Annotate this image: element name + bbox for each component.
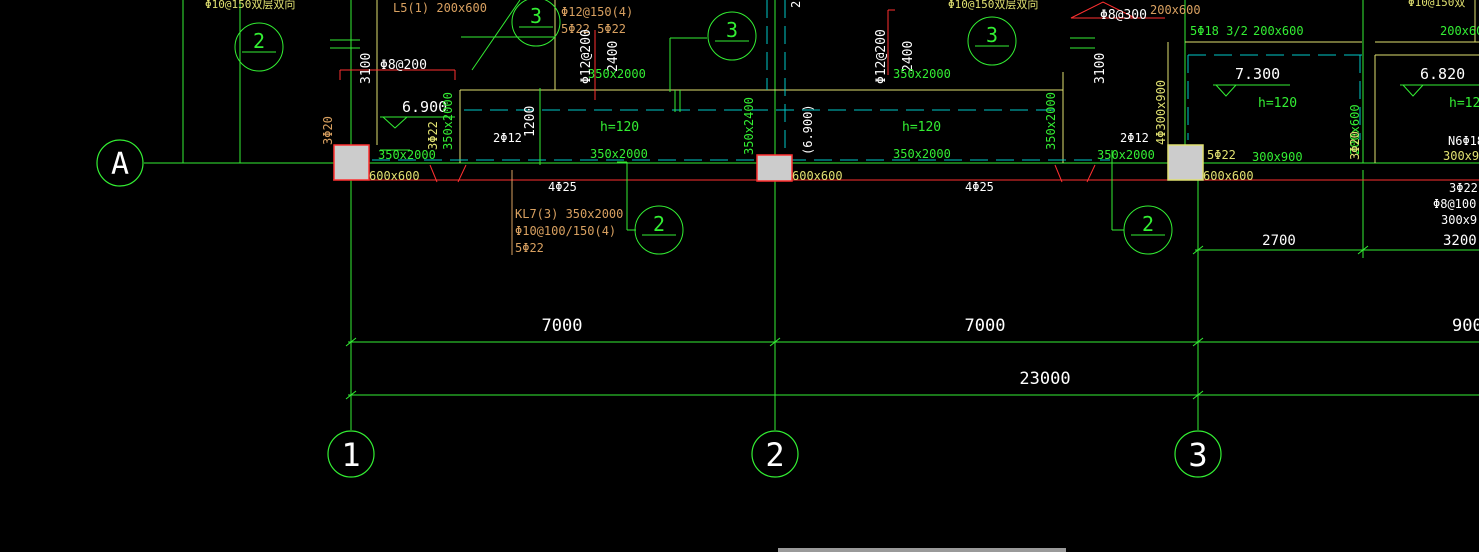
ann-beam-350x2000-d: 350x2000 bbox=[893, 147, 951, 161]
ann-two-phi12-a: 2Φ12 bbox=[493, 131, 522, 145]
ann-three-phi20: 3Φ20 bbox=[321, 116, 335, 145]
ann-phi8-300: Φ8@300 bbox=[1100, 8, 1147, 23]
section-mark-3b: 3 bbox=[726, 18, 738, 42]
ann-phi8-100: Φ8@100 bbox=[1433, 197, 1476, 211]
ann-two-phi12-b: 2Φ12 bbox=[1120, 131, 1149, 145]
ann-phi12-200-b: Φ12@200 bbox=[874, 29, 889, 84]
ann-beam-200x600-b: 200x600 bbox=[1440, 24, 1479, 38]
dim-sub-right-1: 2700 bbox=[1262, 233, 1296, 249]
ann-l5: L5(1) 200x600 bbox=[393, 1, 487, 15]
axis-label-1: 1 bbox=[341, 436, 360, 474]
ann-col-dims-left: 3100 bbox=[359, 53, 374, 84]
dim-span-1-2: 7000 bbox=[542, 316, 583, 336]
ann-top-left-rebar: Φ10@150双层双向 bbox=[205, 0, 295, 11]
dim-overall: 23000 bbox=[1019, 369, 1070, 389]
ann-top-right-beam: 200x600 bbox=[1150, 3, 1201, 17]
axis-label-3: 3 bbox=[1188, 436, 1207, 474]
ann-n6-phi18: N6Φ18 bbox=[1448, 134, 1479, 148]
axis-label-a: A bbox=[111, 147, 129, 182]
cad-drawing-canvas[interactable]: A 1 2 3 2 2 2 3 3 3 7000 7000 23000 900 … bbox=[0, 0, 1479, 552]
ann-beam-350x2000-v1: 350x2000 bbox=[441, 92, 455, 150]
ann-beam-350x2000-a: 350x2000 bbox=[588, 67, 646, 81]
ann-beam-200x600-a: 200x600 bbox=[1253, 24, 1304, 38]
ann-five-phi22: 5Φ22 bbox=[1207, 148, 1236, 162]
dim-sub-right-2: 3200 bbox=[1443, 233, 1477, 249]
slab-elev-right: 6.820 bbox=[1420, 65, 1465, 83]
horizontal-scrollbar[interactable] bbox=[778, 548, 1066, 552]
section-mark-3c: 3 bbox=[986, 23, 998, 47]
ann-b-300x900: 300x900 bbox=[1252, 150, 1303, 164]
dim-right-partial: 900 bbox=[1452, 316, 1479, 336]
ann-v-1200: 1200 bbox=[523, 106, 538, 137]
beam-kl7-bars: 5Φ22 bbox=[515, 241, 544, 255]
column-axis-2 bbox=[756, 154, 793, 182]
ann-b-300x9-b: 300x9 bbox=[1441, 213, 1477, 227]
slab-h-right-room: h=120 bbox=[1258, 96, 1297, 111]
ann-phi8-200: Φ8@200 bbox=[380, 58, 427, 73]
slab-h-mid: h=120 bbox=[902, 120, 941, 135]
ann-stirrup-phi12-150: Φ12@150(4) bbox=[561, 5, 633, 19]
dimension-lines bbox=[345, 170, 1479, 400]
section-mark-3a: 3 bbox=[530, 4, 542, 28]
ann-top-mid-rebar: Φ10@150双层双向 bbox=[948, 0, 1038, 11]
ann-beam-350x2000-g: 350x2000 bbox=[1044, 92, 1058, 150]
ann-col-600x600-c: 600x600 bbox=[1203, 169, 1254, 183]
ann-beam-350x2000-b: 350x2000 bbox=[893, 67, 951, 81]
slab-h-far-right: h=12 bbox=[1449, 96, 1479, 111]
ann-col-600x600-a: 600x600 bbox=[369, 169, 420, 183]
ann-three-phi22: 3Φ22 bbox=[1449, 181, 1478, 195]
ann-phi18: 5Φ18 3/2 bbox=[1190, 24, 1248, 38]
column-axis-3 bbox=[1167, 144, 1204, 181]
section-mark-2c: 2 bbox=[1142, 212, 1154, 236]
beam-kl7-name: KL7(3) 350x2000 bbox=[515, 207, 623, 221]
ann-beam-350x2000-c: 350x2000 bbox=[590, 147, 648, 161]
dim-span-2-3: 7000 bbox=[965, 316, 1006, 336]
ann-num-25: 25 bbox=[789, 0, 803, 8]
ann-beam-350x2400-v: 350x2400 bbox=[742, 97, 756, 155]
ann-four-phi25-b: 4Φ25 bbox=[965, 180, 994, 194]
ann-three-phi20-b: 3Φ20 bbox=[1348, 131, 1362, 160]
section-mark-2a: 2 bbox=[253, 29, 265, 53]
section-mark-2b: 2 bbox=[653, 212, 665, 236]
axis-label-2: 2 bbox=[765, 436, 784, 474]
ann-col-600x600-b: 600x600 bbox=[792, 169, 843, 183]
slab-elev-mid: 7.300 bbox=[1235, 65, 1280, 83]
beam-kl7-stirrup: Φ10@100/150(4) bbox=[515, 224, 616, 238]
ann-beam-350x2000-f: 350x2000 bbox=[1097, 148, 1155, 162]
column-axis-1 bbox=[333, 144, 370, 181]
ann-b-300x90: 300x90 bbox=[1443, 149, 1479, 163]
ann-three-phi22: 3Φ22 bbox=[426, 121, 440, 150]
ann-col-dims-right: 3100 bbox=[1093, 53, 1108, 84]
ann-beam-6900: (6.900) bbox=[801, 104, 815, 155]
ann-phi-partial: Φ10@150双 bbox=[1408, 0, 1465, 9]
ann-four-phi25-a: 4Φ25 bbox=[548, 180, 577, 194]
ann-b-300x900-v: 4Φ300x900 bbox=[1154, 80, 1168, 145]
axis-bubbles bbox=[96, 139, 1222, 478]
slab-h-left: h=120 bbox=[600, 120, 639, 135]
